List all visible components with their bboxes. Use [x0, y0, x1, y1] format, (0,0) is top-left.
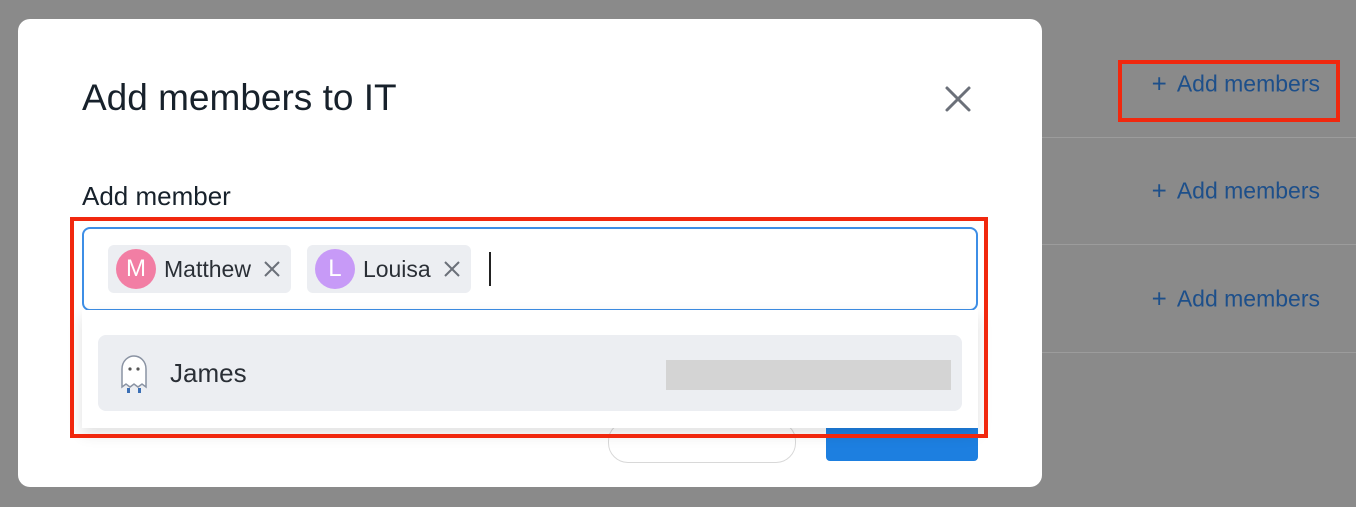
- add-members-link[interactable]: + Add members: [1152, 285, 1320, 312]
- background-row: + Add members: [1042, 245, 1356, 353]
- close-icon: [945, 86, 971, 112]
- add-members-label: Add members: [1176, 177, 1320, 203]
- highlight-box: [70, 217, 988, 438]
- add-members-label: Add members: [1176, 285, 1320, 311]
- add-member-label: Add member: [82, 181, 231, 211]
- plus-icon: +: [1151, 283, 1167, 314]
- add-members-link[interactable]: + Add members: [1152, 177, 1320, 204]
- plus-icon: +: [1151, 175, 1167, 206]
- close-button[interactable]: [940, 81, 976, 117]
- highlight-box: [1118, 60, 1340, 122]
- dialog-title: Add members to IT: [82, 77, 397, 118]
- background-row: + Add members: [1042, 137, 1356, 245]
